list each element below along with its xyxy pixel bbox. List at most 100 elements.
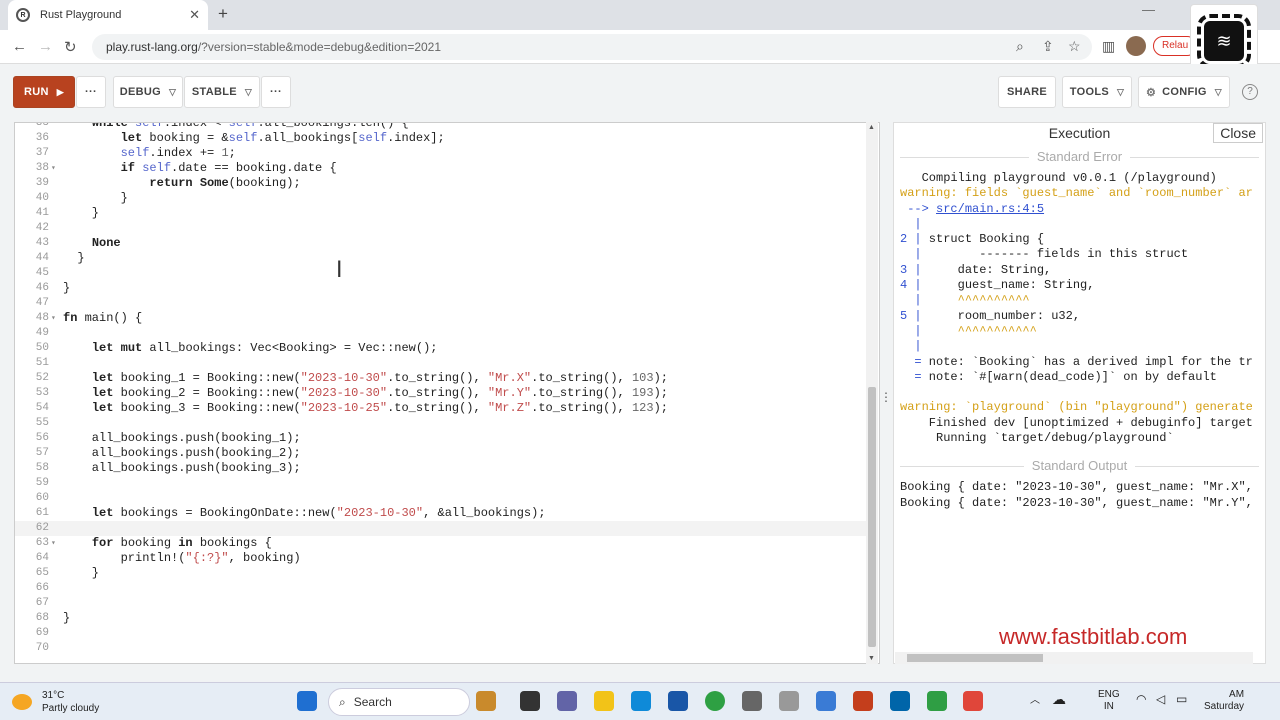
green-app-icon[interactable]	[927, 691, 947, 711]
code-line[interactable]: 51	[15, 356, 867, 371]
code-line[interactable]: 37 self.index += 1;	[15, 146, 867, 161]
scroll-down-icon[interactable]: ▼	[868, 655, 875, 662]
code-line[interactable]: 61 let bookings = BookingOnDate::new("20…	[15, 506, 867, 521]
config-button[interactable]: ⚙ CONFIG ▽	[1138, 76, 1230, 108]
back-icon[interactable]: ←	[12, 38, 27, 55]
bookmark-star-icon[interactable]: ☆	[1068, 38, 1081, 55]
battery-icon[interactable]: ▭	[1176, 693, 1187, 705]
share-button[interactable]: SHARE	[998, 76, 1056, 108]
code-line[interactable]: 64 println!("{:?}", booking)	[15, 551, 867, 566]
file-explorer-icon[interactable]	[594, 691, 614, 711]
clock[interactable]: AM Saturday	[1204, 689, 1244, 713]
minimize-icon[interactable]: —	[1142, 2, 1155, 17]
code-line[interactable]: 54 let booking_3 = Booking::new("2023-10…	[15, 401, 867, 416]
code-line[interactable]: 60	[15, 491, 867, 506]
edge-browser-icon[interactable]	[631, 691, 651, 711]
language-indicator[interactable]: ENG IN	[1098, 689, 1120, 713]
debug-mode-button[interactable]: DEBUG ▽	[113, 76, 183, 108]
run-button[interactable]: RUN ▶	[13, 76, 75, 108]
address-bar[interactable]: play.rust-lang.org/?version=stable&mode=…	[92, 34, 1092, 60]
code-line[interactable]: 35 while self.index < self.all_bookings.…	[15, 123, 867, 131]
teams-app-icon[interactable]	[557, 691, 577, 711]
close-output-button[interactable]: Close	[1213, 123, 1263, 143]
code-line[interactable]: 56 all_bookings.push(booking_1);	[15, 431, 867, 446]
code-line[interactable]: 70	[15, 641, 867, 656]
code-line[interactable]: 49	[15, 326, 867, 341]
calculator-app-icon[interactable]	[779, 691, 799, 711]
code-line[interactable]: 58 all_bookings.push(booking_3);	[15, 461, 867, 476]
fold-arrow-icon[interactable]: ▾	[51, 536, 56, 551]
outlook-app-icon[interactable]	[668, 691, 688, 711]
line-number: 60	[35, 492, 49, 504]
code-line[interactable]: 65 }	[15, 566, 867, 581]
code-editor[interactable]: 35 while self.index < self.all_bookings.…	[14, 122, 880, 664]
code-line[interactable]: 57 all_bookings.push(booking_2);	[15, 446, 867, 461]
code-line[interactable]: 69	[15, 626, 867, 641]
weather-widget[interactable]: 31°C Partly cloudy	[12, 689, 99, 715]
start-icon[interactable]	[297, 691, 317, 711]
code-line[interactable]: 59	[15, 476, 867, 491]
scrollbar-thumb[interactable]	[868, 387, 876, 647]
line-number: 40	[35, 192, 49, 204]
output-horizontal-scrollbar[interactable]	[895, 652, 1253, 664]
chrome-browser-icon[interactable]	[705, 691, 725, 711]
code-line[interactable]: 67	[15, 596, 867, 611]
code-line[interactable]: 44 }	[15, 251, 867, 266]
cloud-icon[interactable]: ☁	[1052, 692, 1066, 706]
code-line[interactable]: 39 return Some(booking);	[15, 176, 867, 191]
taskbar-search[interactable]: ⌕ Search	[328, 688, 470, 716]
reload-icon[interactable]: ↻	[64, 38, 77, 56]
code-line[interactable]: 38 ▾ if self.date == booking.date {	[15, 161, 867, 176]
more-options-button[interactable]: ···	[261, 76, 291, 108]
code-line[interactable]: 46}	[15, 281, 867, 296]
code-line[interactable]: 45	[15, 266, 867, 281]
network-app-icon[interactable]	[816, 691, 836, 711]
red-app-icon[interactable]	[963, 691, 983, 711]
code-line[interactable]: 48 ▾ fn main() {	[15, 311, 867, 326]
code-line[interactable]: 68}	[15, 611, 867, 626]
zoom-icon[interactable]: ⌕	[1016, 38, 1024, 55]
wifi-icon[interactable]: ◠	[1136, 693, 1146, 705]
share-page-icon[interactable]: ⇪	[1042, 38, 1054, 55]
chevron-up-icon[interactable]: ︿	[1030, 695, 1040, 707]
help-icon[interactable]: ?	[1242, 84, 1258, 100]
code-line[interactable]: 62	[15, 521, 867, 536]
code-line[interactable]: 50 let mut all_bookings: Vec<Booking> = …	[15, 341, 867, 356]
speaker-icon[interactable]: ◁	[1156, 693, 1165, 705]
tools-button[interactable]: TOOLS ▽	[1062, 76, 1132, 108]
browser-tab[interactable]: R Rust Playground ✕	[8, 0, 208, 30]
sidebar-icon[interactable]: ▥	[1102, 38, 1115, 55]
code-line[interactable]: 47	[15, 296, 867, 311]
code-line[interactable]: 36 let booking = &self.all_bookings[self…	[15, 131, 867, 146]
run-more-button[interactable]: ···	[76, 76, 106, 108]
store-app-icon[interactable]	[476, 691, 496, 711]
line-number: 47	[35, 297, 49, 309]
code-line[interactable]: 43 None	[15, 236, 867, 251]
stable-channel-button[interactable]: STABLE ▽	[184, 76, 260, 108]
code-line[interactable]: 53 let booking_2 = Booking::new("2023-10…	[15, 386, 867, 401]
code-line[interactable]: 40 }	[15, 191, 867, 206]
code-line[interactable]: 55	[15, 416, 867, 431]
code-line[interactable]: 42	[15, 221, 867, 236]
fold-arrow-icon[interactable]: ▾	[51, 311, 56, 326]
code-line[interactable]: 52 let booking_1 = Booking::new("2023-10…	[15, 371, 867, 386]
code-line[interactable]: 41 }	[15, 206, 867, 221]
new-tab-icon[interactable]: +	[218, 4, 228, 24]
fold-arrow-icon[interactable]: ▾	[51, 161, 56, 176]
powerpoint-app-icon[interactable]	[853, 691, 873, 711]
close-tab-icon[interactable]: ✕	[189, 7, 200, 23]
line-number: 57	[35, 447, 49, 459]
forward-icon[interactable]: →	[38, 38, 53, 55]
profile-avatar[interactable]	[1126, 36, 1146, 56]
code-line[interactable]: 66	[15, 581, 867, 596]
terminal-app-icon[interactable]	[520, 691, 540, 711]
code-text: }	[63, 281, 71, 295]
vscode-app-icon[interactable]	[890, 691, 910, 711]
code-line[interactable]: 63 ▾ for booking in bookings {	[15, 536, 867, 551]
scrollbar-thumb[interactable]	[907, 654, 1043, 662]
code-text: all_bookings.push(booking_2);	[63, 446, 301, 460]
scroll-up-icon[interactable]: ▲	[868, 124, 875, 131]
photos-app-icon[interactable]	[742, 691, 762, 711]
windows-taskbar: 31°C Partly cloudy ⌕ Search ︿ ☁ ENG IN ◠ ◁ …	[0, 682, 1280, 720]
editor-scrollbar[interactable]: ▲ ▼	[866, 122, 878, 664]
